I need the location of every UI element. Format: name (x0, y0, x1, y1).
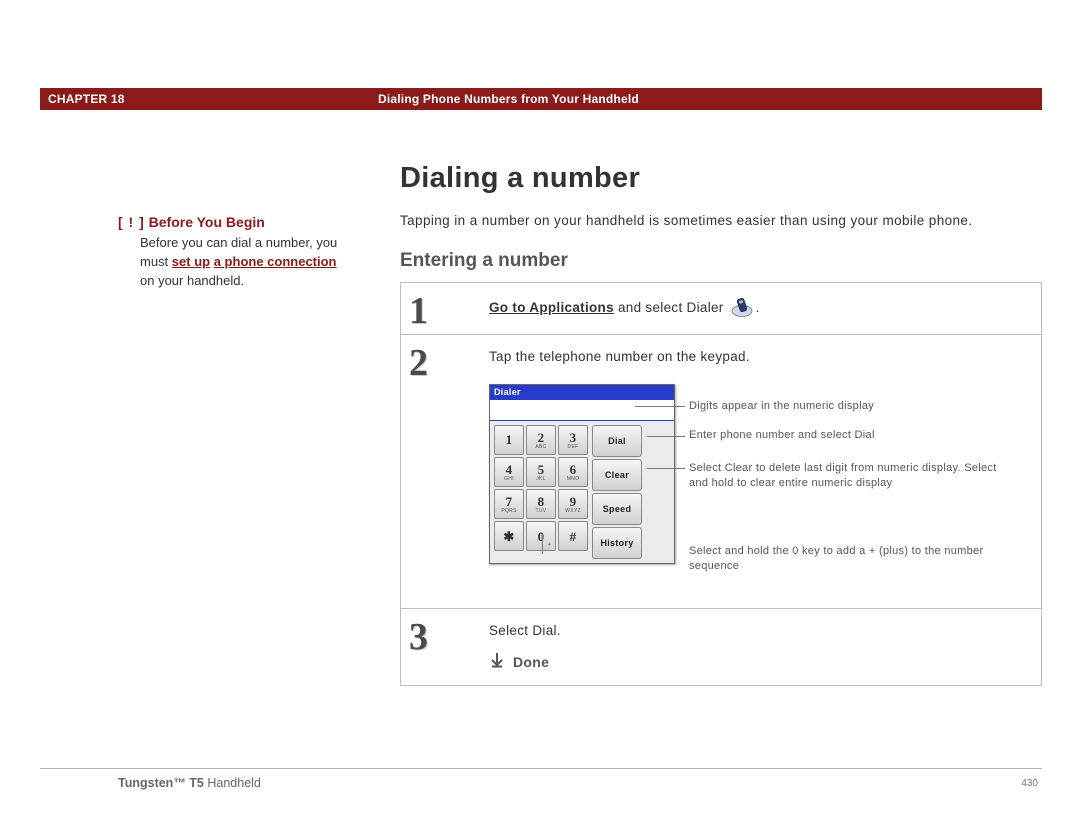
before-you-begin-label: Before You Begin (149, 214, 265, 230)
key-star: ✱ (494, 521, 524, 551)
key-digit: 2 (538, 431, 545, 444)
key-1: 1 (494, 425, 524, 455)
chapter-header: CHAPTER 18 Dialing Phone Numbers from Yo… (40, 88, 1042, 110)
chapter-title: Dialing Phone Numbers from Your Handheld (378, 92, 639, 106)
step1-post: and select Dialer (614, 300, 728, 315)
dial-button: Dial (592, 425, 642, 457)
callout-line (647, 436, 685, 437)
key-digit: 0 (538, 530, 545, 543)
key-digit: 9 (570, 495, 577, 508)
key-digit: 7 (506, 495, 513, 508)
dialer-app-icon (731, 297, 753, 320)
key-sub: TUV (536, 509, 547, 514)
key-digit: 8 (538, 495, 545, 508)
callout-display: Digits appear in the numeric display (689, 399, 979, 414)
before-you-begin: [ ! ] Before You Begin Before you can di… (118, 212, 348, 291)
footer-product-rest: Handheld (204, 776, 261, 790)
step-row-1: 1 Go to Applications and select Dialer . (401, 283, 1041, 335)
key-sub: MNO (567, 477, 580, 482)
chapter-label: CHAPTER 18 (40, 92, 378, 106)
step-row-3: 3 Select Dial. Done (401, 609, 1041, 685)
key-digit: 6 (570, 463, 577, 476)
key-sub: + (548, 543, 551, 548)
key-hash: # (558, 521, 588, 551)
key-sub: WXYZ (565, 509, 581, 514)
key-sub: ABC (535, 445, 546, 450)
step-content-2: Tap the telephone number on the keypad. … (481, 335, 1041, 608)
dialer-body: 1 2ABC 3DEF 4GHI 5JKL 6MNO 7PQRS 8TUV 9W… (490, 421, 674, 563)
callout-clear: Select Clear to delete last digit from n… (689, 461, 999, 491)
steps-table: 1 Go to Applications and select Dialer .… (400, 282, 1042, 686)
down-arrow-icon (489, 652, 505, 671)
key-5: 5JKL (526, 457, 556, 487)
key-7: 7PQRS (494, 489, 524, 519)
step-number: 3 (401, 609, 481, 685)
callout-line (635, 406, 685, 407)
step2-text: Tap the telephone number on the keypad. (489, 349, 750, 364)
key-sub: PQRS (501, 509, 516, 514)
key-digit: # (570, 530, 577, 543)
key-sub: GHI (504, 477, 514, 482)
dialer-side-buttons: Dial Clear Speed History (592, 425, 642, 559)
key-digit: 1 (506, 433, 513, 446)
section-heading: Entering a number (400, 250, 1042, 272)
key-3: 3DEF (558, 425, 588, 455)
key-4: 4GHI (494, 457, 524, 487)
dialer-titlebar: Dialer (490, 385, 674, 399)
setup-link[interactable]: set up (172, 254, 210, 269)
step3-text: Select Dial. (489, 623, 561, 638)
key-8: 8TUV (526, 489, 556, 519)
dialer-screenshot: Dialer 1 2ABC 3DEF 4GHI 5JKL 6MNO (489, 384, 675, 564)
key-0: 0+ (526, 521, 556, 551)
done-row: Done (489, 652, 1029, 671)
key-digit: 4 (506, 463, 513, 476)
step-number: 1 (401, 283, 481, 334)
dialer-illustration-wrap: Dialer 1 2ABC 3DEF 4GHI 5JKL 6MNO (489, 384, 1029, 584)
before-you-begin-body: Before you can dial a number, you must s… (118, 232, 348, 291)
go-to-applications-link[interactable]: Go to Applications (489, 300, 614, 315)
byb-post: on your handheld. (140, 273, 244, 288)
key-sub: JKL (536, 477, 546, 482)
dialer-numpad: 1 2ABC 3DEF 4GHI 5JKL 6MNO 7PQRS 8TUV 9W… (494, 425, 588, 559)
phone-connection-link[interactable]: a phone connection (214, 254, 337, 269)
step-number: 2 (401, 335, 481, 608)
key-9: 9WXYZ (558, 489, 588, 519)
clear-button: Clear (592, 459, 642, 491)
page-title: Dialing a number (400, 162, 1042, 195)
callout-dial: Enter phone number and select Dial (689, 428, 979, 443)
callout-line (647, 468, 685, 469)
key-digit: ✱ (503, 530, 514, 543)
step-row-2: 2 Tap the telephone number on the keypad… (401, 335, 1041, 609)
step1-tail: . (756, 300, 760, 315)
key-6: 6MNO (558, 457, 588, 487)
page: CHAPTER 18 Dialing Phone Numbers from Yo… (0, 0, 1080, 834)
footer-rule (40, 768, 1042, 769)
alert-bracket: [ ! ] (118, 214, 145, 230)
main-column: Dialing a number Tapping in a number on … (400, 162, 1042, 686)
dialer-numeric-display (490, 399, 674, 421)
speed-button: Speed (592, 493, 642, 525)
intro-text: Tapping in a number on your handheld is … (400, 213, 1042, 228)
footer-page-number: 430 (1021, 778, 1038, 789)
callout-zero-plus: Select and hold the 0 key to add a + (pl… (689, 544, 989, 574)
before-you-begin-title: [ ! ] Before You Begin (118, 212, 348, 232)
key-sub: DEF (568, 445, 579, 450)
callout-line (542, 534, 543, 554)
footer-product-bold: Tungsten™ T5 (118, 776, 204, 790)
step-content-1: Go to Applications and select Dialer . (481, 283, 1041, 334)
history-button: History (592, 527, 642, 559)
key-digit: 3 (570, 431, 577, 444)
done-label: Done (513, 654, 549, 670)
key-digit: 5 (538, 463, 545, 476)
key-2: 2ABC (526, 425, 556, 455)
step-content-3: Select Dial. Done (481, 609, 1041, 685)
footer-product: Tungsten™ T5 Handheld (118, 776, 261, 790)
